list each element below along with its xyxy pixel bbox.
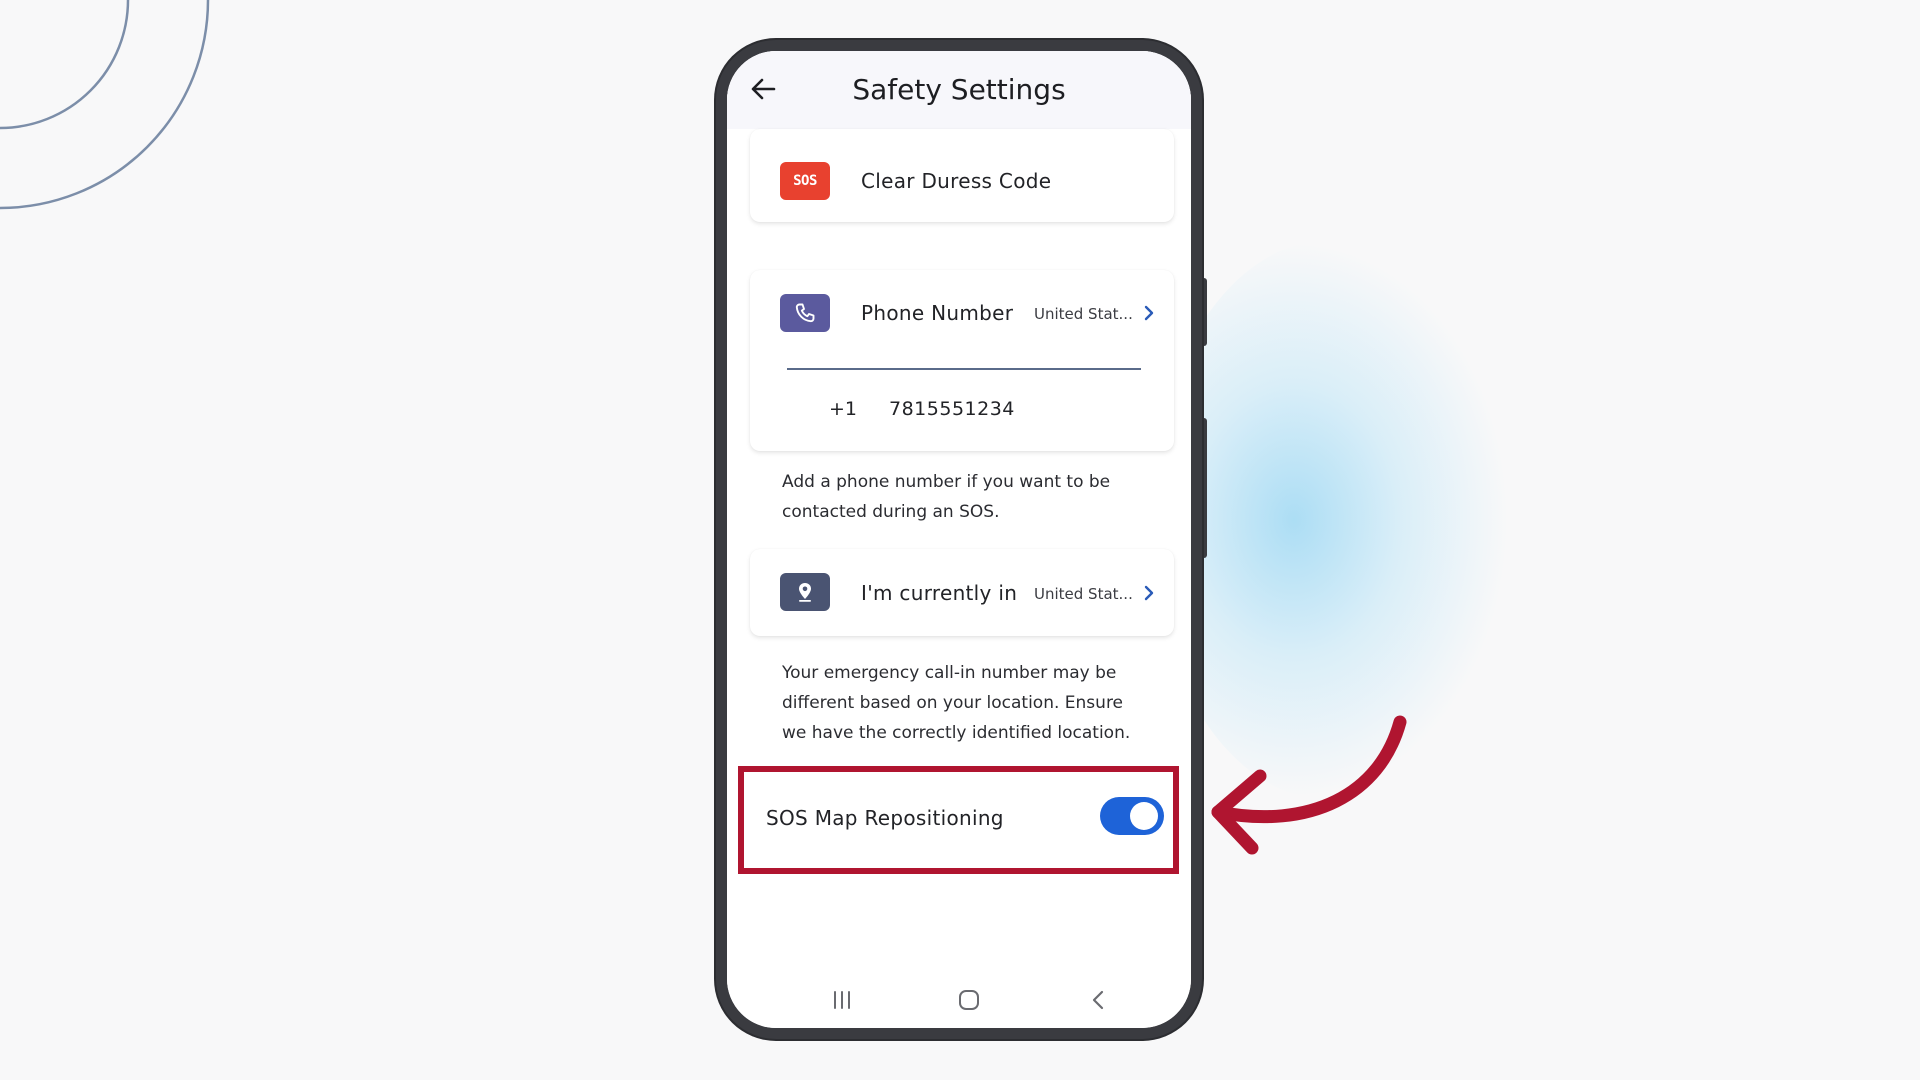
- location-country-value[interactable]: United Stat...: [1034, 585, 1133, 603]
- sos-icon: SOS: [780, 162, 830, 200]
- nav-back-button[interactable]: [1079, 985, 1119, 1015]
- map-pin-icon: [799, 583, 811, 602]
- decorative-arcs: [0, 0, 210, 210]
- phone-icon-badge: [780, 294, 830, 332]
- phone-help-text: Add a phone number if you want to be con…: [782, 472, 1111, 522]
- current-location-label: I'm currently in: [861, 581, 1018, 605]
- recents-icon: [834, 991, 850, 1009]
- stage: Safety Settings SOS Clear Duress Code Ph…: [0, 0, 1920, 1080]
- phone-side-button: [1202, 278, 1207, 346]
- phone-number-label: Phone Number: [861, 301, 1014, 325]
- clear-duress-code-label: Clear Duress Code: [861, 169, 1052, 193]
- nav-back-icon: [1092, 990, 1104, 1010]
- phone-country-value[interactable]: United Stat...: [1034, 305, 1133, 323]
- phone-number-card: Phone Number United Stat... +1 781555123…: [750, 270, 1174, 451]
- current-location-row[interactable]: I'm currently in United Stat...: [750, 549, 1174, 636]
- system-nav-bar: [727, 971, 1191, 1028]
- country-code[interactable]: +1: [829, 398, 857, 420]
- phone-side-button: [1202, 418, 1207, 558]
- toggle-knob: [1130, 802, 1158, 830]
- location-icon-badge: [780, 573, 830, 611]
- chevron-right-icon[interactable]: [1141, 583, 1157, 603]
- home-icon: [959, 990, 979, 1010]
- phone-number-input[interactable]: 7815551234: [889, 398, 1015, 420]
- annotation-arrow-icon: [1211, 715, 1407, 855]
- top-bar: Safety Settings: [727, 51, 1191, 129]
- chevron-right-icon[interactable]: [1141, 303, 1157, 323]
- sos-map-repositioning-toggle[interactable]: [1100, 797, 1164, 835]
- sos-map-repositioning-label: SOS Map Repositioning: [766, 806, 1004, 830]
- phone-frame: Safety Settings SOS Clear Duress Code Ph…: [716, 40, 1202, 1039]
- recents-button[interactable]: [822, 985, 862, 1015]
- app-screen: Safety Settings SOS Clear Duress Code Ph…: [727, 51, 1191, 1028]
- location-help-text: Your emergency call-in number may be dif…: [782, 663, 1131, 743]
- sos-icon-text: SOS: [793, 173, 817, 189]
- phone-icon: [795, 303, 815, 323]
- page-title: Safety Settings: [852, 73, 1066, 106]
- phone-input-divider: [787, 368, 1141, 370]
- clear-duress-code-row[interactable]: SOS Clear Duress Code: [750, 129, 1174, 222]
- home-button[interactable]: [949, 985, 989, 1015]
